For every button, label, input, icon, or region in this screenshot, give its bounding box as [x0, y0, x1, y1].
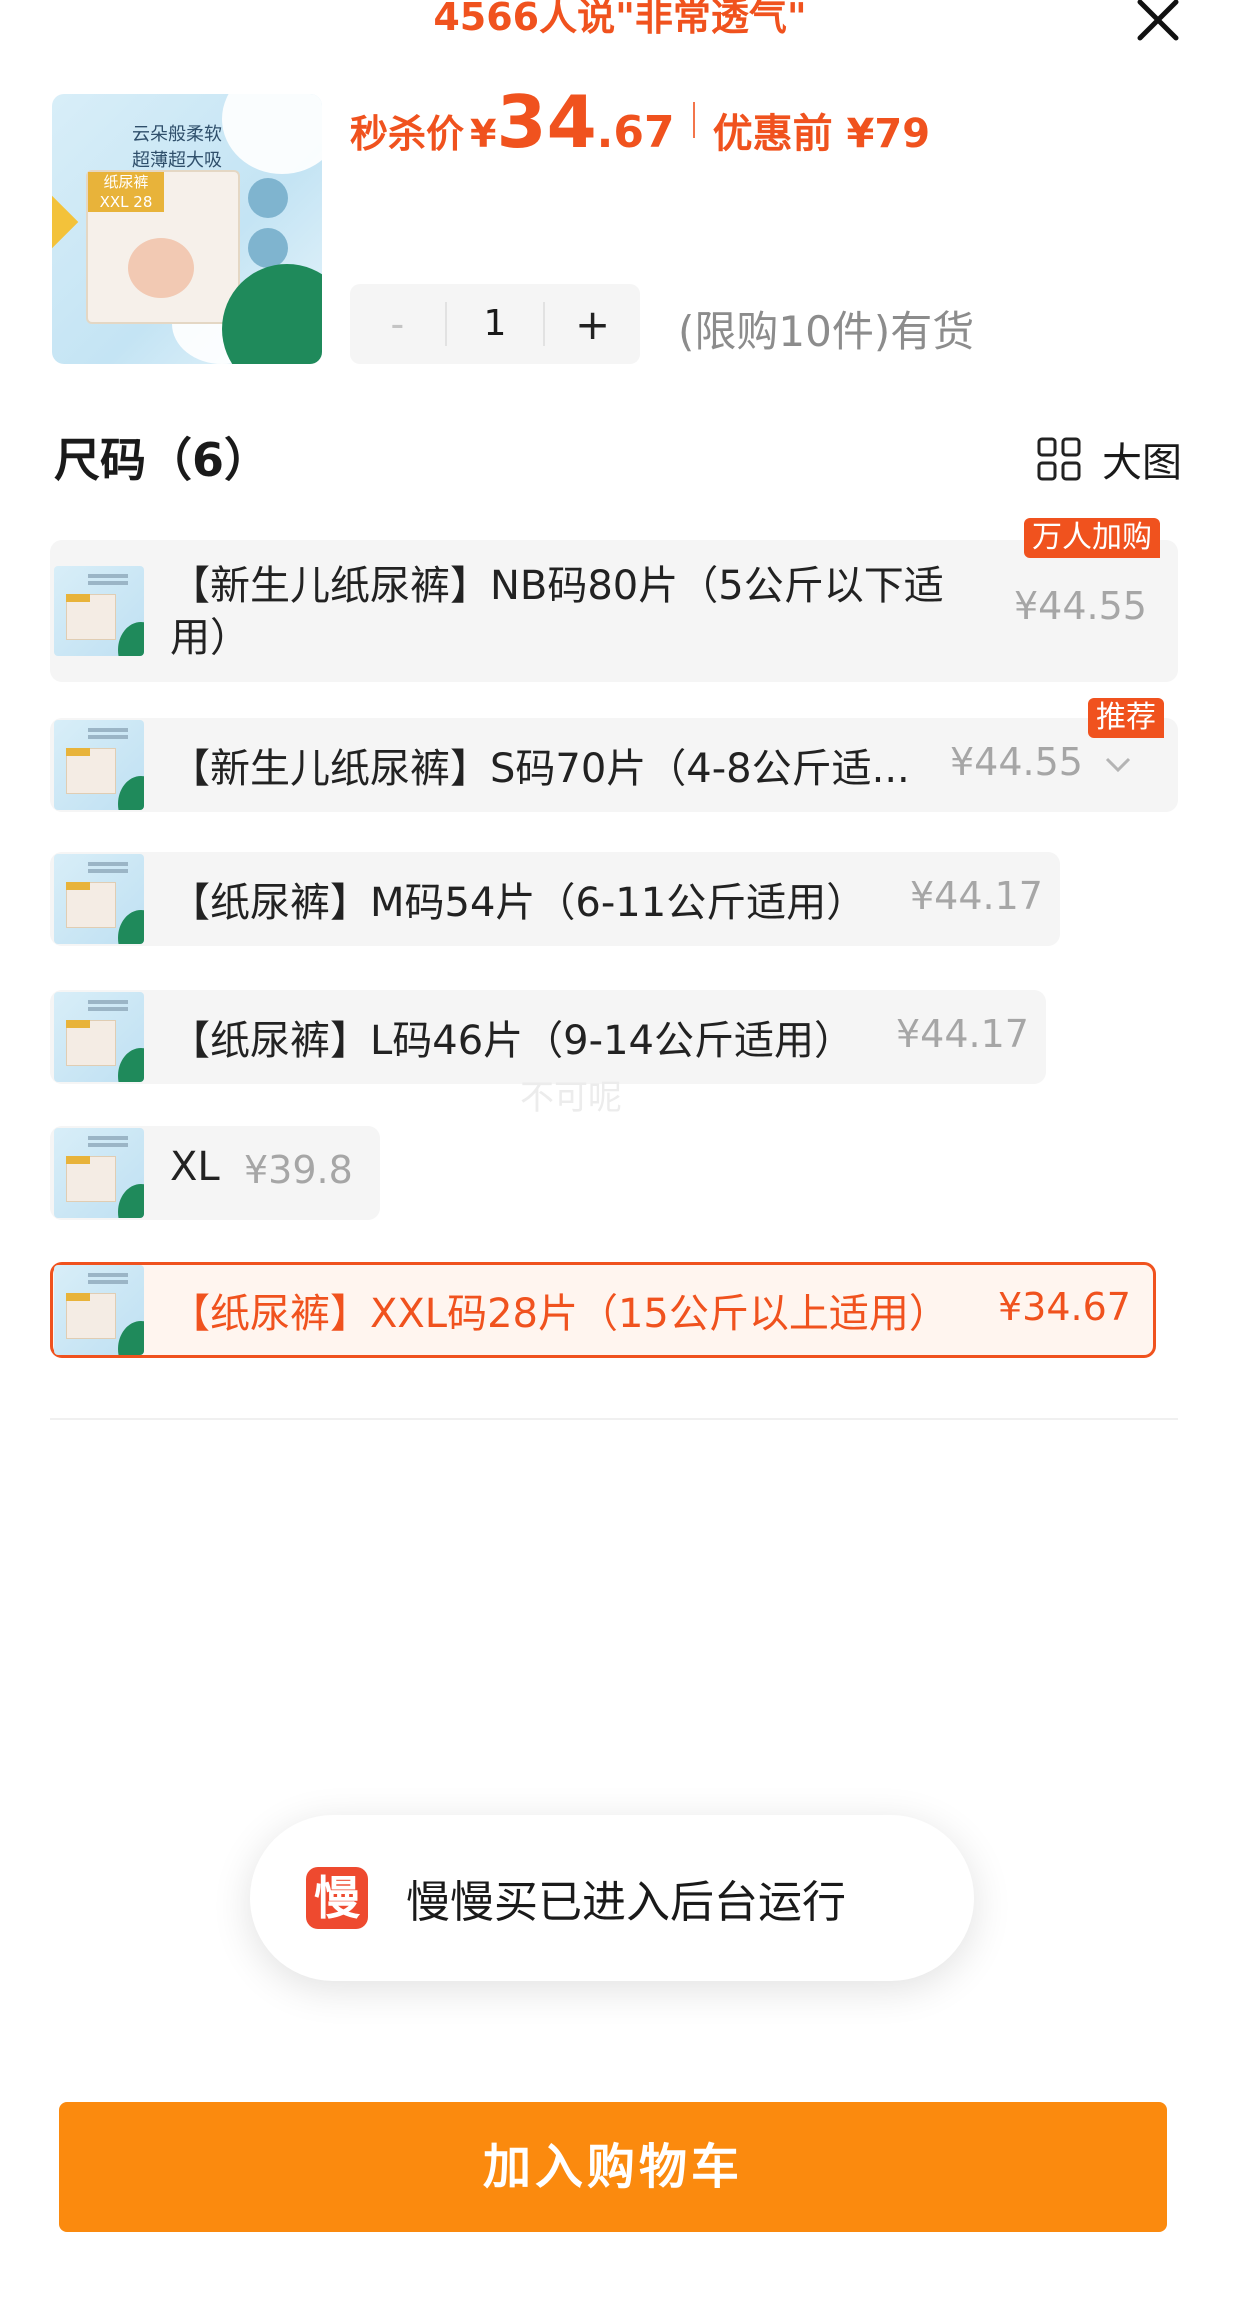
option-label: 【纸尿裤】L码46片（9-14公斤适用） — [170, 1018, 854, 1064]
price-decimal: .67 — [596, 107, 675, 158]
price-divider — [692, 102, 695, 138]
option-thumbnail — [54, 566, 144, 656]
decrement-button[interactable]: - — [350, 302, 445, 346]
option-label: 【新生儿纸尿裤】S码70片（4-8公斤适... — [170, 746, 910, 792]
app-icon: 慢 — [306, 1867, 368, 1929]
rating-banner: 4566人说"非常透气" — [433, 0, 807, 39]
price-integer: 34 — [496, 80, 597, 164]
option-price: ¥44.55 — [1014, 584, 1147, 628]
price-row: 秒杀价 ¥ 34 .67 优惠前 ¥79 — [350, 80, 931, 164]
close-icon[interactable] — [1130, 0, 1186, 52]
grid-icon — [1037, 437, 1081, 481]
product-image: 云朵般柔软 超薄超大吸 纸尿裤 XXL 28 — [52, 94, 322, 364]
option-price: ¥34.67 — [998, 1285, 1131, 1329]
option-price: ¥44.55 — [950, 740, 1083, 784]
option-thumbnail — [54, 992, 144, 1082]
currency-symbol: ¥ — [470, 112, 497, 156]
price-label: 秒杀价 — [350, 112, 465, 156]
size-option-xl[interactable]: XL ¥39.8 — [50, 1126, 380, 1220]
background-toast: 慢 慢慢买已进入后台运行 — [250, 1815, 974, 1981]
big-view-toggle[interactable]: 大图 — [1036, 430, 1182, 488]
chevron-down-icon[interactable] — [1104, 756, 1132, 774]
option-thumbnail — [54, 854, 144, 944]
size-option-s[interactable]: 【新生儿纸尿裤】S码70片（4-8公斤适... ¥44.55 — [50, 718, 1178, 812]
quantity-value[interactable]: 1 — [444, 302, 546, 346]
option-label: 【新生儿纸尿裤】NB码80片（5公斤以下适 用） — [170, 563, 944, 661]
option-thumbnail — [54, 720, 144, 810]
size-section-title: 尺码（6） — [54, 433, 271, 487]
option-thumbnail — [54, 1128, 144, 1218]
option-thumbnail — [54, 1265, 144, 1355]
option-label: 【纸尿裤】M码54片（6-11公斤适用） — [170, 880, 867, 926]
option-label: XL — [170, 1144, 220, 1190]
size-option-xxl[interactable]: 【纸尿裤】XXL码28片（15公斤以上适用） ¥34.67 — [50, 1262, 1156, 1358]
popular-tag: 万人加购 — [1024, 518, 1160, 558]
option-price: ¥44.17 — [910, 874, 1043, 918]
big-view-label: 大图 — [1102, 440, 1182, 486]
quantity-stepper: - 1 + — [350, 284, 640, 364]
recommended-tag: 推荐 — [1088, 698, 1164, 738]
add-to-cart-button[interactable]: 加入购物车 — [59, 2102, 1167, 2232]
option-price: ¥44.17 — [896, 1012, 1029, 1056]
increment-button[interactable]: + — [545, 300, 640, 349]
stock-status: (限购10件)有货 — [678, 307, 975, 356]
option-price: ¥39.8 — [244, 1148, 353, 1192]
size-option-m[interactable]: 【纸尿裤】M码54片（6-11公斤适用） ¥44.17 — [50, 852, 1060, 946]
option-label: 【纸尿裤】XXL码28片（15公斤以上适用） — [170, 1291, 949, 1337]
toast-message: 慢慢买已进入后台运行 — [406, 1877, 846, 1928]
original-price: 优惠前 ¥79 — [712, 111, 931, 157]
size-option-nb[interactable]: 【新生儿纸尿裤】NB码80片（5公斤以下适 用） ¥44.55 — [50, 540, 1178, 682]
watermark: 不可呢 — [520, 1078, 622, 1118]
divider — [50, 1418, 1178, 1420]
